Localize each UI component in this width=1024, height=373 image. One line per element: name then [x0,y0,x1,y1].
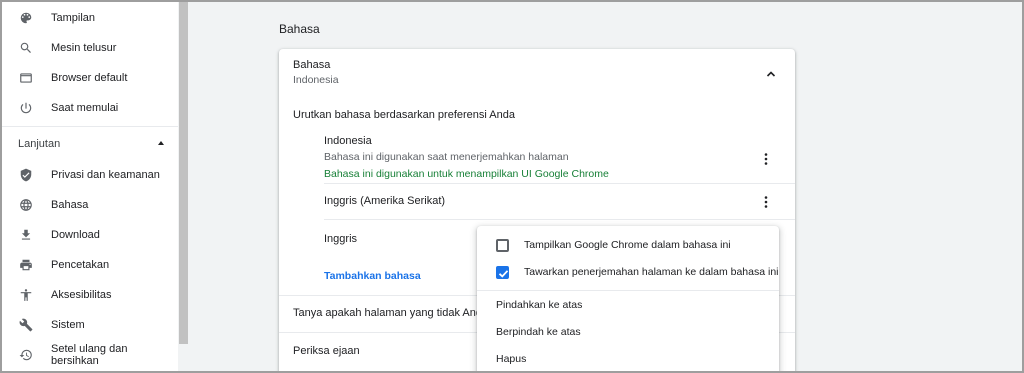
sidebar-item-label: Bahasa [51,199,89,211]
sidebar-section-advanced[interactable]: Lanjutan [18,135,164,153]
sidebar-divider [2,126,178,127]
add-language-button[interactable]: Tambahkan bahasa [324,270,421,282]
spellcheck-label: Periksa ejaan [293,345,360,357]
menu-item-label: Berpindah ke atas [496,326,581,338]
menu-option-label: Tampilkan Google Chrome dalam bahasa ini [524,239,731,251]
sidebar-item-label: Browser default [51,72,128,84]
checkbox[interactable] [496,239,509,252]
wrench-icon [19,318,33,332]
browser-window-icon [19,71,33,85]
row-divider [324,219,795,220]
shield-icon [19,168,33,182]
menu-item-label: Pindahkan ke atas [496,299,583,311]
translate-offer-label: Tanya apakah halaman yang tidak Anda pa [293,307,504,319]
sidebar-item-label: Setel ulang dan bersihkan [51,343,128,367]
menu-item-remove[interactable]: Hapus [477,346,779,372]
menu-item-move-up[interactable]: Berpindah ke atas [477,319,779,345]
printer-icon [19,258,33,272]
chevron-up-icon[interactable] [765,68,777,80]
checkbox-checked[interactable] [496,266,509,279]
more-vert-icon[interactable] [758,151,774,167]
language-name: Inggris (Amerika Serikat) [324,195,446,207]
search-icon [19,41,33,55]
sidebar-item-search-engine[interactable]: Mesin telusur [2,33,178,63]
language-name: Indonesia [324,135,372,147]
accessibility-icon [19,288,33,302]
sidebar-item-printing[interactable]: Pencetakan [2,250,178,280]
sidebar-item-label: Download [51,229,100,241]
sidebar-item-label: Sistem [51,319,85,331]
globe-icon [19,198,33,212]
sidebar-item-label: Tampilan [51,12,96,24]
sidebar-item-system[interactable]: Sistem [2,310,178,340]
row-divider [324,183,795,184]
sidebar-item-privacy[interactable]: Privasi dan keamanan [2,160,178,190]
sidebar-item-reset[interactable]: Setel ulang dan bersihkan [2,340,178,370]
settings-sidebar: Tampilan Mesin telusur Browser default S… [2,2,178,371]
language-note: Bahasa ini digunakan saat menerjemahkan … [324,151,569,163]
section-heading: Bahasa [279,22,320,36]
menu-divider [477,290,779,291]
order-label: Urutkan bahasa berdasarkan preferensi An… [293,109,515,121]
sidebar-section-label: Lanjutan [18,138,61,150]
menu-option-label: Tawarkan penerjemahan halaman ke dalam b… [524,266,779,278]
sidebar-item-appearance[interactable]: Tampilan [2,3,178,33]
language-name: Inggris [324,233,358,245]
power-icon [19,101,33,115]
sidebar-item-downloads[interactable]: Download [2,220,178,250]
check-icon [498,270,509,278]
languages-title: Bahasa [293,59,331,71]
download-icon [19,228,33,242]
sidebar-scrollbar-thumb[interactable] [179,2,188,344]
menu-option-display-chrome[interactable]: Tampilkan Google Chrome dalam bahasa ini [477,232,779,258]
menu-item-move-top[interactable]: Pindahkan ke atas [477,292,779,318]
caret-up-icon [158,141,164,145]
sidebar-item-languages[interactable]: Bahasa [2,190,178,220]
sidebar-item-accessibility[interactable]: Aksesibilitas [2,280,178,310]
menu-item-label: Hapus [496,353,527,365]
sidebar-item-default-browser[interactable]: Browser default [2,63,178,93]
menu-option-offer-translate[interactable]: Tawarkan penerjemahan halaman ke dalam b… [477,259,779,285]
sidebar-item-on-startup[interactable]: Saat memulai [2,93,178,123]
sidebar-item-label: Aksesibilitas [51,289,112,301]
sidebar-item-label: Saat memulai [51,102,119,114]
sidebar-item-label: Pencetakan [51,259,110,271]
sidebar-item-label: Mesin telusur [51,42,117,54]
language-context-menu: Tampilkan Google Chrome dalam bahasa ini… [477,226,779,373]
languages-current: Indonesia [293,74,339,86]
palette-icon [19,11,33,25]
language-ui-note: Bahasa ini digunakan untuk menampilkan U… [324,168,609,180]
restore-icon [19,348,33,362]
more-vert-icon[interactable] [758,194,774,210]
sidebar-item-label: Privasi dan keamanan [51,169,160,181]
